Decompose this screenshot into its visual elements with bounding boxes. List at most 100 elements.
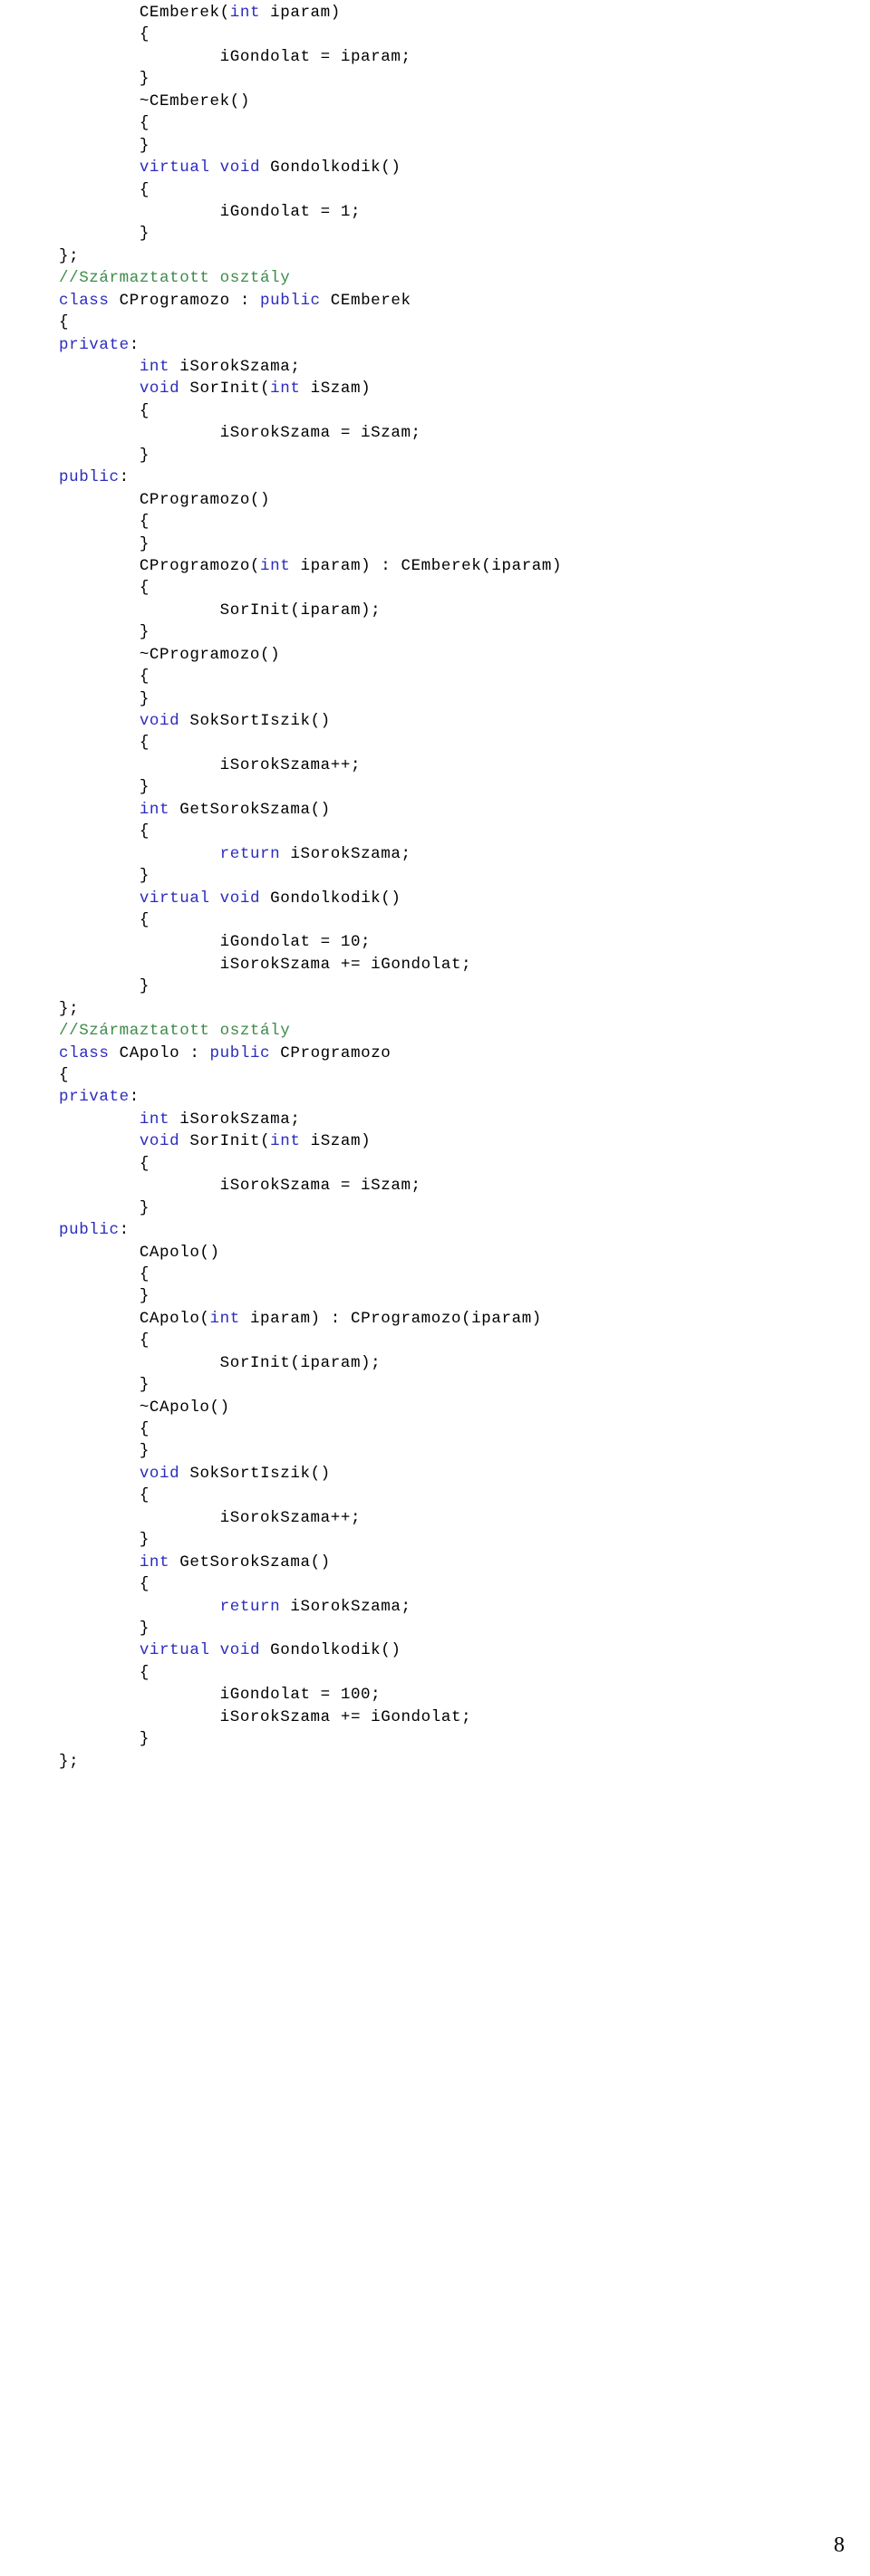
code-line: } xyxy=(59,1374,838,1396)
code-token: } xyxy=(59,1531,150,1550)
code-line: } xyxy=(59,68,838,90)
code-token: SorInit(iparam); xyxy=(59,601,382,620)
code-token: CProgramozo : xyxy=(109,291,261,310)
code-token: return xyxy=(219,844,281,863)
code-token: { xyxy=(59,513,150,532)
code-token: void xyxy=(139,380,180,399)
code-line: void SorInit(int iSzam) xyxy=(59,1130,838,1152)
code-token: iGondolat = 1; xyxy=(59,202,362,221)
code-token: } xyxy=(59,1198,150,1217)
code-line: { xyxy=(59,1264,838,1285)
code-token: iGondolat = 10; xyxy=(59,933,372,952)
code-token: virtual void xyxy=(139,159,261,178)
code-line: virtual void Gondolkodik() xyxy=(59,157,838,178)
code-token: iSzam) xyxy=(300,380,372,399)
code-token: CApolo( xyxy=(59,1309,210,1328)
code-line: ~CEmberek() xyxy=(59,91,838,112)
code-line: } xyxy=(59,621,838,643)
code-token: } xyxy=(59,977,150,996)
code-token: int xyxy=(139,1110,170,1129)
code-token: iparam) xyxy=(260,4,341,22)
code-token: } xyxy=(59,1442,150,1461)
code-token: iSorokSzama; xyxy=(169,1110,301,1129)
code-token: { xyxy=(59,734,150,753)
code-line: }; xyxy=(59,998,838,1020)
code-line: iGondolat = 100; xyxy=(59,1684,838,1706)
code-line: void SokSortIszik() xyxy=(59,710,838,732)
code-token: CProgramozo xyxy=(270,1043,392,1062)
code-token: iSorokSzama; xyxy=(280,1597,411,1616)
code-line: iSorokSzama = iSzam; xyxy=(59,1175,838,1197)
code-line: { xyxy=(59,24,838,45)
code-line: //Származtatott osztály xyxy=(59,267,838,289)
code-token: public xyxy=(59,468,120,487)
code-line: } xyxy=(59,1285,838,1307)
code-token: return xyxy=(219,1597,281,1616)
code-token: class xyxy=(59,1043,110,1062)
code-line: { xyxy=(59,577,838,599)
code-token: class xyxy=(59,291,110,310)
code-line: CProgramozo(int iparam) : CEmberek(ipara… xyxy=(59,555,838,577)
page-number: 8 xyxy=(834,2533,845,2557)
code-token: int xyxy=(139,358,170,376)
code-line: iSorokSzama = iSzam; xyxy=(59,422,838,444)
code-line: iSorokSzama++; xyxy=(59,755,838,776)
code-token: ~CApolo() xyxy=(59,1398,230,1417)
code-token: int xyxy=(139,1552,170,1572)
code-token: } xyxy=(59,136,150,155)
code-token: ~CEmberek() xyxy=(59,91,250,111)
code-line: int GetSorokSzama() xyxy=(59,1552,838,1573)
code-token: //Származtatott osztály xyxy=(59,1022,291,1041)
code-token: { xyxy=(59,1420,150,1438)
code-token: void xyxy=(139,1132,180,1151)
code-line: virtual void Gondolkodik() xyxy=(59,888,838,909)
code-line: SorInit(iparam); xyxy=(59,1352,838,1374)
code-token: { xyxy=(59,114,150,133)
code-line: { xyxy=(59,1153,838,1175)
code-line: } xyxy=(59,223,838,245)
code-line: class CProgramozo : public CEmberek xyxy=(59,290,838,312)
code-token: CProgramozo() xyxy=(59,490,271,509)
code-token: : xyxy=(119,468,130,487)
code-token: } xyxy=(59,1287,150,1306)
code-token: } xyxy=(59,1730,150,1749)
code-line: CEmberek(int iparam) xyxy=(59,2,838,24)
code-token: SorInit( xyxy=(179,380,271,399)
code-token: Gondolkodik() xyxy=(260,159,401,178)
code-token: { xyxy=(59,1663,150,1682)
code-token: iparam) : CEmberek(iparam) xyxy=(290,556,563,575)
code-line: private: xyxy=(59,334,838,356)
code-token: { xyxy=(59,401,150,420)
code-token: private xyxy=(59,1088,130,1107)
code-line: iGondolat = iparam; xyxy=(59,46,838,68)
code-line: int iSorokSzama; xyxy=(59,356,838,378)
code-line: { xyxy=(59,1418,838,1440)
code-token: iSorokSzama++; xyxy=(59,1508,362,1527)
code-line: iSorokSzama += iGondolat; xyxy=(59,954,838,976)
code-token: iSorokSzama++; xyxy=(59,755,362,774)
code-token: { xyxy=(59,1066,70,1084)
code-token: iSorokSzama += iGondolat; xyxy=(59,955,472,974)
code-token: { xyxy=(59,1331,150,1350)
code-token: virtual void xyxy=(139,1641,261,1660)
code-line: } xyxy=(59,1618,838,1639)
code-token: CApolo() xyxy=(59,1243,220,1262)
code-line: void SorInit(int iSzam) xyxy=(59,378,838,399)
code-line: { xyxy=(59,909,838,931)
document-page: CEmberek(int iparam) { iGondolat = ipara… xyxy=(0,0,870,2576)
code-line: } xyxy=(59,776,838,798)
code-token: } xyxy=(59,225,150,244)
code-token: { xyxy=(59,25,150,44)
code-line: { xyxy=(59,666,838,687)
code-line: } xyxy=(59,1197,838,1219)
code-line: public: xyxy=(59,1219,838,1241)
code-token: iSorokSzama; xyxy=(169,358,301,376)
